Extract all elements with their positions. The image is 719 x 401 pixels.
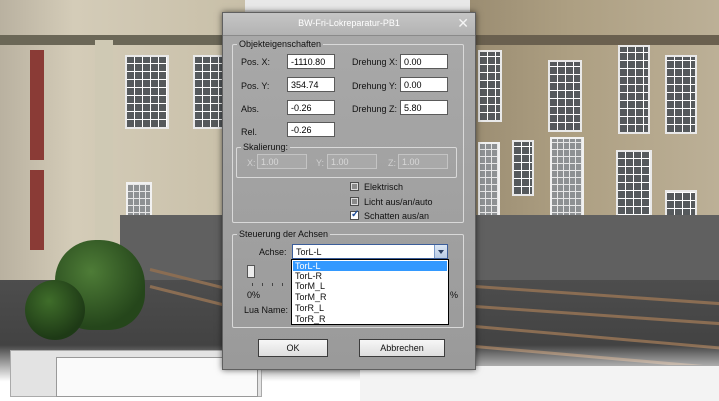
light-checkbox[interactable]: [350, 197, 359, 206]
object-properties-legend: Objekteigenschaften: [239, 39, 322, 49]
building-cornice: [0, 35, 245, 45]
rotation-y-label: Drehung Y:: [352, 81, 397, 91]
brick-column-lower: [30, 170, 44, 250]
chevron-down-icon[interactable]: [434, 245, 447, 258]
axis-slider-thumb[interactable]: [247, 265, 255, 278]
rotation-x-label: Drehung X:: [352, 57, 398, 67]
axis-option[interactable]: TorM_L: [293, 281, 447, 291]
scale-x-label: X:: [247, 158, 256, 168]
axis-option[interactable]: TorL-L: [293, 261, 447, 271]
axis-option[interactable]: TorL-R: [293, 271, 447, 281]
building-window: [618, 45, 650, 134]
axis-option[interactable]: TorR_R: [293, 314, 447, 324]
tree: [25, 280, 85, 340]
axis-dropdown-list[interactable]: TorL-L TorL-R TorM_L TorM_R TorR_L TorR_…: [291, 259, 449, 325]
scale-z-input[interactable]: 1.00: [398, 154, 448, 169]
pos-x-input[interactable]: -1110.80: [287, 54, 335, 69]
axis-select[interactable]: TorL-L: [292, 244, 448, 259]
shadow-label: Schatten aus/an: [364, 211, 430, 221]
close-icon[interactable]: ✕: [457, 15, 469, 31]
building-window: [478, 50, 502, 122]
light-label: Licht aus/an/auto: [364, 197, 433, 207]
pos-x-label: Pos. X:: [241, 57, 271, 67]
abs-input[interactable]: -0.26: [287, 100, 335, 115]
slider-tick: [272, 283, 273, 286]
axis-option[interactable]: TorR_L: [293, 303, 447, 313]
building-window: [125, 55, 169, 129]
slider-max-label: %: [450, 290, 459, 300]
electric-checkbox[interactable]: [350, 182, 359, 191]
axis-control-legend: Steuerung der Achsen: [239, 229, 329, 239]
scale-x-input[interactable]: 1.00: [257, 154, 307, 169]
dialog-title: BW-Fri-Lokreparatur-PB1: [298, 18, 400, 28]
building-window: [548, 60, 582, 132]
lua-name-label: Lua Name:: [244, 305, 289, 315]
dialog-titlebar[interactable]: BW-Fri-Lokreparatur-PB1 ✕: [223, 13, 475, 36]
ok-button[interactable]: OK: [258, 339, 328, 357]
pos-y-label: Pos. Y:: [241, 81, 270, 91]
axis-select-value: TorL-L: [296, 247, 322, 257]
slider-tick: [262, 283, 263, 286]
building-window: [512, 140, 534, 196]
scale-y-label: Y:: [316, 158, 325, 168]
rotation-z-input[interactable]: 5.80: [400, 100, 448, 115]
slider-tick: [282, 283, 283, 286]
bottom-right-panel: [360, 365, 719, 401]
rel-label: Rel.: [241, 127, 258, 137]
rotation-x-input[interactable]: 0.00: [400, 54, 448, 69]
electric-label: Elektrisch: [364, 182, 404, 192]
building-cornice: [470, 35, 719, 45]
scale-y-input[interactable]: 1.00: [327, 154, 377, 169]
axis-label: Achse:: [259, 247, 287, 257]
shadow-checkbox[interactable]: [350, 209, 359, 220]
rotation-z-label: Drehung Z:: [352, 104, 398, 114]
abs-label: Abs.: [241, 104, 260, 114]
slider-tick: [252, 283, 253, 286]
pos-y-input[interactable]: 354.74: [287, 77, 335, 92]
rel-input[interactable]: -0.26: [287, 122, 335, 137]
building-window: [193, 55, 225, 129]
axis-option[interactable]: TorM_R: [293, 292, 447, 302]
rotation-y-input[interactable]: 0.00: [400, 77, 448, 92]
building-window: [665, 55, 697, 134]
scaling-legend: Skalierung:: [243, 142, 289, 152]
brick-column: [30, 50, 44, 160]
scale-z-label: Z:: [388, 158, 396, 168]
cancel-button[interactable]: Abbrechen: [359, 339, 445, 357]
slider-min-label: 0%: [247, 290, 261, 300]
